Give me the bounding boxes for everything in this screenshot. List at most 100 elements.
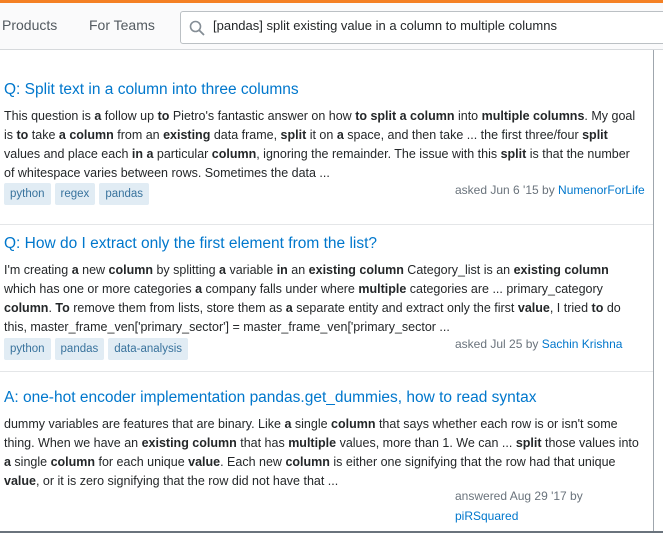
excerpt-text: it on	[306, 128, 337, 142]
highlighted-term: a	[71, 263, 79, 277]
excerpt-text: that has	[236, 436, 289, 450]
excerpt-text: dummy variables are features that are bi…	[4, 417, 285, 431]
highlighted-term: multiple	[358, 282, 407, 296]
tag-regex[interactable]: regex	[54, 183, 96, 205]
highlighted-term: to split a column	[355, 109, 455, 123]
user-link[interactable]: Sachin Krishna	[542, 337, 623, 351]
tag-list: python regex pandas	[4, 183, 153, 205]
excerpt-text: , or it is zero signifying that the row …	[35, 474, 339, 488]
result-excerpt: dummy variables are features that are bi…	[4, 415, 642, 491]
highlighted-term: existing	[163, 128, 211, 142]
highlighted-term: To	[55, 301, 70, 315]
excerpt-text: those values into	[541, 436, 639, 450]
result-item: A: one-hot encoder implementation pandas…	[0, 371, 653, 531]
excerpt-text: , ignoring the remainder. The issue with…	[256, 147, 501, 161]
highlighted-term: existing column	[141, 436, 237, 450]
excerpt-text: by splitting	[153, 263, 220, 277]
search-icon	[189, 20, 205, 36]
post-meta: asked Jun 6 '15 by NumenorForLife	[455, 183, 645, 197]
excerpt-text: separate entity and extract only the fir…	[292, 301, 518, 315]
excerpt-text: take	[28, 128, 59, 142]
highlighted-term: a	[336, 128, 344, 142]
result-excerpt: I'm creating a new column by splitting a…	[4, 261, 642, 337]
highlighted-term: value	[188, 455, 221, 469]
highlighted-term: multiple	[288, 436, 337, 450]
highlighted-term: to	[591, 301, 604, 315]
excerpt-text: variable	[225, 263, 277, 277]
highlighted-term: multiple columns	[481, 109, 585, 123]
highlighted-term: to	[157, 109, 170, 123]
user-link[interactable]: piRSquared	[455, 509, 518, 523]
excerpt-text: for each unique	[95, 455, 189, 469]
search-box[interactable]	[180, 11, 663, 44]
nav-for-teams[interactable]: For Teams	[89, 17, 155, 33]
highlighted-term: a	[285, 301, 293, 315]
excerpt-text: into	[454, 109, 482, 123]
excerpt-text: single	[10, 455, 51, 469]
highlighted-term: value	[517, 301, 550, 315]
search-results: Q: Split text in a column into three col…	[0, 50, 654, 533]
post-meta: answered Aug 29 '17 by	[455, 489, 583, 503]
highlighted-term: value	[4, 474, 36, 488]
meta-text: asked Jul 25 by	[455, 337, 542, 351]
post-meta-user: piRSquared	[455, 509, 518, 523]
highlighted-term: split	[515, 436, 542, 450]
excerpt-text: which has one or more categories	[4, 282, 196, 296]
excerpt-text: values and place each	[4, 147, 132, 161]
excerpt-text: space, and then take ... the first three…	[343, 128, 583, 142]
excerpt-text: I'm creating	[4, 263, 72, 277]
excerpt-text: follow up	[101, 109, 158, 123]
meta-text: asked Jun 6 '15 by	[455, 183, 559, 197]
nav-products[interactable]: Products	[2, 17, 57, 33]
excerpt-text: categories are ... primary_category	[406, 282, 603, 296]
tag-pandas[interactable]: pandas	[54, 338, 105, 360]
result-item: Q: How do I extract only the first eleme…	[0, 224, 653, 372]
highlighted-term: to	[16, 128, 29, 142]
search-input[interactable]	[213, 18, 653, 33]
highlighted-term: a	[219, 263, 226, 277]
highlighted-term: a	[195, 282, 203, 296]
excerpt-text: an	[287, 263, 309, 277]
meta-text: answered Aug 29 '17 by	[455, 489, 583, 503]
result-title[interactable]: Q: How do I extract only the first eleme…	[4, 235, 377, 253]
excerpt-text: from an	[113, 128, 164, 142]
highlighted-term: column	[211, 147, 257, 161]
top-bar: Products For Teams	[0, 0, 663, 50]
tag-data-analysis[interactable]: data-analysis	[108, 338, 189, 360]
highlighted-term: split	[500, 147, 527, 161]
tag-list: python pandas data-analysis	[4, 338, 192, 360]
excerpt-text: , I tried	[549, 301, 592, 315]
excerpt-text: company falls under where	[202, 282, 359, 296]
excerpt-text: single	[291, 417, 332, 431]
result-title[interactable]: Q: Split text in a column into three col…	[4, 81, 299, 99]
excerpt-text: This question is	[4, 109, 95, 123]
highlighted-term: split	[582, 128, 608, 142]
excerpt-text: particular	[153, 147, 212, 161]
result-item: Q: Split text in a column into three col…	[0, 65, 653, 225]
highlighted-term: split	[280, 128, 307, 142]
excerpt-text: values, more than 1. We can ...	[336, 436, 516, 450]
user-link[interactable]: NumenorForLife	[558, 183, 645, 197]
post-meta: asked Jul 25 by Sachin Krishna	[455, 337, 622, 351]
highlighted-term: existing column	[308, 263, 404, 277]
excerpt-text: Category_list is an	[403, 263, 514, 277]
result-title[interactable]: A: one-hot encoder implementation pandas…	[4, 389, 536, 407]
tag-python[interactable]: python	[4, 183, 51, 205]
excerpt-text: is either one signifying that the row ha…	[329, 455, 616, 469]
highlighted-term: a	[4, 455, 11, 469]
excerpt-text: Pietro's fantastic answer on how	[169, 109, 356, 123]
highlighted-term: column	[285, 455, 330, 469]
tag-python[interactable]: python	[4, 338, 51, 360]
tag-pandas[interactable]: pandas	[99, 183, 150, 205]
highlighted-term: column	[331, 417, 376, 431]
excerpt-text: . Each new	[220, 455, 286, 469]
highlighted-term: a column	[58, 128, 114, 142]
highlighted-term: column	[4, 301, 49, 315]
highlighted-term: in	[276, 263, 288, 277]
highlighted-term: column	[108, 263, 153, 277]
excerpt-text: remove them from lists, store them as	[69, 301, 286, 315]
result-excerpt: This question is a follow up to Pietro's…	[4, 107, 642, 183]
excerpt-text: new	[78, 263, 109, 277]
highlighted-term: existing column	[513, 263, 609, 277]
highlighted-term: column	[50, 455, 96, 469]
